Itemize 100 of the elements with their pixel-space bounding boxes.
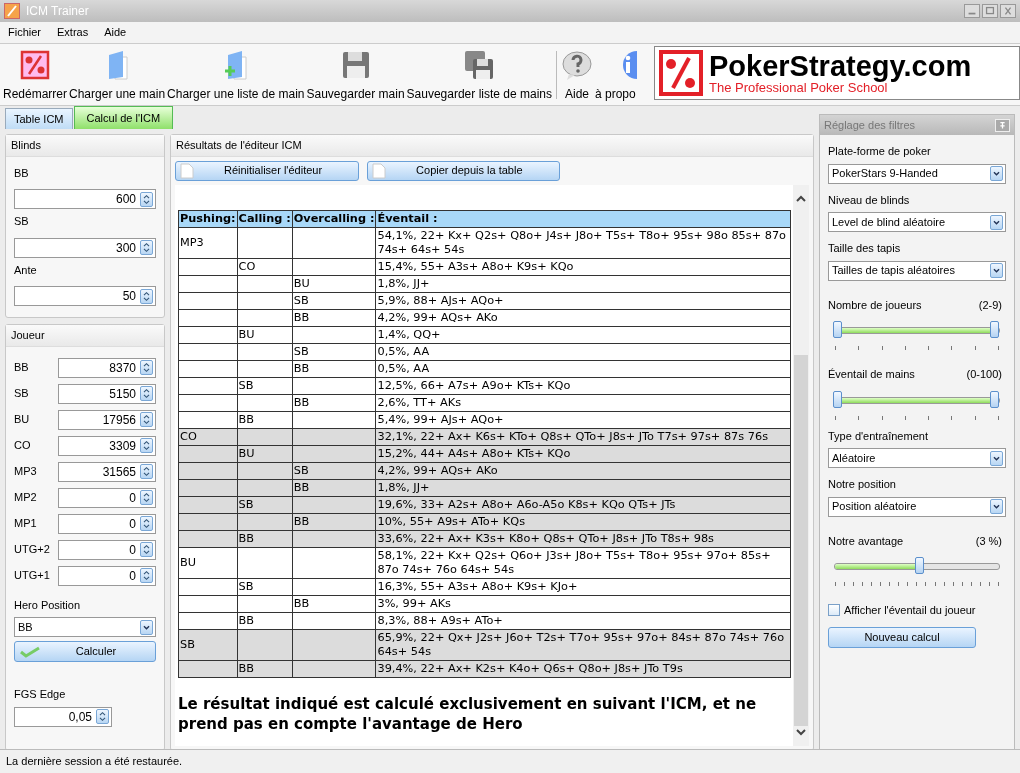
banner-title: PokerStrategy.com: [709, 51, 972, 81]
table-cell: 3%, 99+ AKs: [375, 595, 791, 612]
table-cell: BU: [178, 547, 238, 578]
number-field[interactable]: 600: [14, 189, 156, 209]
dropdown[interactable]: Aléatoire: [828, 448, 1006, 468]
number-field[interactable]: 50: [14, 286, 156, 306]
advertisement-banner[interactable]: PokerStrategy.com The Professional Poker School: [654, 46, 1020, 100]
slider-handle[interactable]: [990, 390, 999, 408]
menu-item[interactable]: Extras: [49, 24, 97, 41]
slider-handle[interactable]: [990, 321, 999, 338]
maximize-icon[interactable]: [982, 4, 998, 18]
table-cell: [237, 309, 293, 326]
field-label: UTG+2: [14, 542, 51, 558]
table-cell: SB: [178, 629, 238, 660]
table-cell: 0,5%, AA: [375, 360, 791, 377]
dropdown[interactable]: PokerStars 9-Handed: [828, 163, 1006, 184]
spin-icon[interactable]: [96, 709, 109, 724]
slider-reading: (2-9): [978, 297, 1003, 313]
number-field[interactable]: 31565: [58, 461, 156, 482]
number-field[interactable]: 0: [58, 487, 156, 508]
table-cell: BB: [292, 309, 376, 326]
panel-title: Joueur: [6, 325, 164, 347]
table-cell: 16,3%, 55+ A3s+ A8o+ K9s+ KJo+: [375, 578, 791, 595]
menu-item[interactable]: Fichier: [0, 24, 49, 41]
new-calculation-button[interactable]: Nouveau calcul: [828, 626, 976, 648]
status-text: La dernière session a été restaurée.: [6, 754, 183, 770]
spin-icon[interactable]: [140, 288, 153, 304]
dropdown[interactable]: BB: [14, 617, 156, 637]
number-field[interactable]: 0: [58, 565, 156, 586]
table-cell: BB: [237, 411, 293, 428]
checkmark-icon: [19, 645, 41, 658]
field-label: CO: [14, 438, 32, 454]
number-field[interactable]: 3309: [58, 435, 156, 456]
spin-icon[interactable]: [140, 438, 153, 453]
checkbox[interactable]: [828, 604, 840, 617]
field-label: Plate-forme de poker: [828, 144, 932, 159]
spin-icon[interactable]: [140, 360, 153, 375]
tab[interactable]: Calcul de l'ICM: [73, 105, 174, 129]
field-label: SB: [14, 386, 30, 402]
table-cell: BB: [292, 595, 376, 612]
field-label: MP1: [14, 516, 38, 532]
dropdown[interactable]: Tailles de tapis aléatoires: [828, 260, 1006, 281]
toolbar-button[interactable]: Sauvegarder main: [305, 49, 406, 103]
number-field[interactable]: 5150: [58, 383, 156, 404]
page-icon: [180, 162, 194, 179]
spin-icon[interactable]: [140, 240, 153, 255]
slider-handle[interactable]: [915, 557, 925, 574]
scroll-down-icon[interactable]: [795, 728, 807, 738]
slider-reading: (3 %): [975, 533, 1003, 549]
menu-item[interactable]: Aide: [96, 24, 135, 41]
minimize-icon[interactable]: [964, 4, 980, 18]
spin-icon[interactable]: [140, 542, 153, 557]
field-label: Notre position: [828, 477, 897, 492]
table-cell: [237, 629, 293, 660]
spin-icon[interactable]: [140, 191, 153, 207]
table-cell: [237, 227, 293, 258]
field-label: Taille des tapis: [828, 241, 902, 256]
table-cell: BB: [292, 394, 376, 411]
number-field[interactable]: 0: [58, 513, 156, 534]
number-field[interactable]: 0,05: [14, 706, 112, 727]
spin-icon[interactable]: [140, 412, 153, 427]
spin-icon[interactable]: [140, 568, 153, 583]
slider-handle[interactable]: [833, 390, 842, 408]
cards-icon: [19, 49, 51, 81]
result-note: Le résultat indiqué est calculé exclusivement en suivant l'ICM, et ne prend pas en compte l'avantage de Hero: [178, 693, 758, 734]
toolbar-button[interactable]: Charger une main: [68, 49, 167, 103]
spin-icon[interactable]: [140, 464, 153, 479]
table-cell: SB: [292, 343, 376, 360]
toolbar-button[interactable]: Aide: [560, 49, 594, 103]
number-field[interactable]: 0: [58, 539, 156, 560]
calculate-button[interactable]: Calculer: [14, 641, 156, 662]
table-cell: [237, 360, 293, 377]
dropdown[interactable]: Position aléatoire: [828, 496, 1006, 517]
scrollbar[interactable]: [793, 184, 809, 746]
banner-tagline: The Professional Poker School: [709, 81, 888, 95]
toolbar-button[interactable]: à propo: [594, 49, 638, 103]
editor-button[interactable]: Copier depuis la table: [367, 160, 560, 181]
spin-icon[interactable]: [140, 516, 153, 531]
toolbar-button[interactable]: Charger une liste de main: [166, 49, 306, 103]
toolbar-button[interactable]: Sauvegarder liste de mains: [405, 49, 553, 103]
slider-handle[interactable]: [833, 321, 842, 338]
dropdown[interactable]: Level de blind aléatoire: [828, 212, 1006, 232]
field-label: BB: [14, 360, 30, 376]
number-field[interactable]: 8370: [58, 357, 156, 378]
tab[interactable]: Table ICM: [5, 107, 73, 129]
field-label: Hero Position: [14, 597, 82, 613]
field-label: FGS Edge: [14, 687, 67, 702]
table-cell: [237, 275, 293, 292]
toolbar-button[interactable]: Redémarrer: [2, 49, 69, 103]
table-cell: [237, 595, 293, 612]
number-field[interactable]: 17956: [58, 409, 156, 430]
editor-button[interactable]: Réinitialiser l'éditeur: [175, 160, 360, 181]
column-header: Éventail :: [375, 210, 791, 227]
table-cell: 12,5%, 66+ A7s+ A9o+ KTs+ KQo: [375, 377, 791, 394]
column-header: Calling :: [237, 210, 293, 227]
number-field[interactable]: 300: [14, 237, 156, 258]
spin-icon[interactable]: [140, 490, 153, 505]
panel-title: Réglage des filtres: [824, 117, 916, 133]
table-cell: [237, 394, 293, 411]
spin-icon[interactable]: [140, 386, 153, 401]
